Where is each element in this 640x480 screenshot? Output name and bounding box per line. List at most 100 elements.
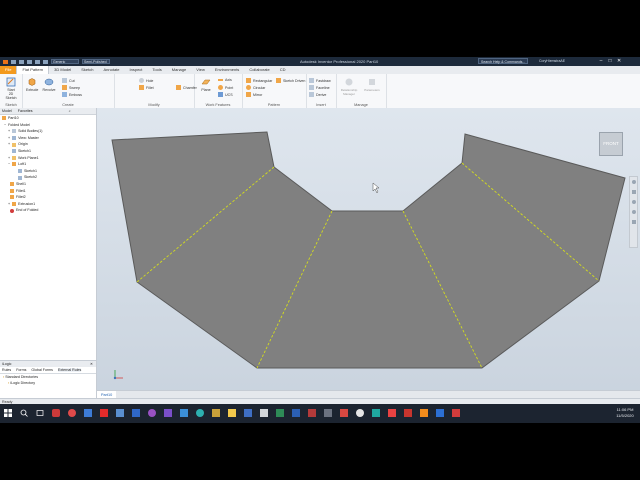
browser-item[interactable]: − Folded Model: [0, 122, 96, 129]
expand-icon[interactable]: +: [8, 128, 10, 135]
app-icon[interactable]: [180, 409, 188, 417]
pan-icon[interactable]: [631, 190, 636, 194]
inventor-icon[interactable]: [420, 409, 428, 417]
cut-tool[interactable]: Cut: [62, 78, 75, 83]
ilogic-tab-rules[interactable]: Rules: [2, 368, 11, 372]
close-button[interactable]: ✕: [616, 58, 622, 64]
mirror-tool[interactable]: Mirror: [246, 92, 262, 97]
app-icon[interactable]: [260, 409, 268, 417]
graphics-viewport[interactable]: FRONT: [97, 108, 640, 420]
undo-icon[interactable]: [35, 59, 40, 64]
parameters-button[interactable]: Parameters: [361, 77, 383, 92]
browser-item[interactable]: Shell1: [0, 181, 96, 188]
redo-icon[interactable]: [43, 59, 48, 64]
fastdraw-tool[interactable]: Fastdraw: [309, 78, 331, 83]
app-icon[interactable]: [244, 409, 252, 417]
tab-annotate[interactable]: Annotate: [99, 66, 125, 74]
tab-3d-model[interactable]: 3D Model: [49, 66, 76, 74]
tab-cd[interactable]: CD: [275, 66, 291, 74]
app-icon[interactable]: [324, 409, 332, 417]
point-tool[interactable]: Point: [218, 85, 233, 90]
look-at-icon[interactable]: [631, 220, 636, 224]
browser-item[interactable]: + View: Master: [0, 135, 96, 142]
extrude-button[interactable]: Extrude: [26, 77, 38, 92]
appearance-dropdown[interactable]: Generic: [51, 59, 79, 64]
ilogic-tab-forms[interactable]: Forms: [16, 368, 26, 372]
search-icon[interactable]: [20, 409, 28, 417]
rectangular-tool[interactable]: Rectangular: [246, 78, 272, 83]
premiere-icon[interactable]: [116, 409, 124, 417]
app-icon[interactable]: [308, 409, 316, 417]
browser-item[interactable]: + Extrusion1: [0, 201, 96, 208]
tab-manage[interactable]: Manage: [167, 66, 191, 74]
expand-icon[interactable]: +: [8, 135, 10, 142]
app-icon[interactable]: [452, 409, 460, 417]
expand-icon[interactable]: −: [4, 122, 6, 129]
close-icon[interactable]: ✕: [90, 362, 93, 366]
tab-view[interactable]: View: [191, 66, 210, 74]
youtube-icon[interactable]: [100, 409, 108, 417]
maximize-button[interactable]: □: [607, 58, 613, 64]
help-search-input[interactable]: Search Help & Commands...: [478, 58, 528, 64]
folder-icon[interactable]: [228, 409, 236, 417]
ilogic-tab-global-forms[interactable]: Global Forms: [31, 368, 53, 372]
user-name[interactable]: CoryHiemstraAE: [539, 59, 565, 63]
word-icon[interactable]: [292, 409, 300, 417]
relationship-manager-button[interactable]: Relationship Manager: [338, 77, 360, 96]
tab-flat-pattern[interactable]: Flat Pattern: [16, 66, 50, 74]
browser-item[interactable]: Fillet2: [0, 194, 96, 201]
start-sketch-button[interactable]: Start 2D Sketch: [5, 77, 17, 100]
browser-tab-favorites[interactable]: Favorites: [18, 109, 33, 113]
sweep-tool[interactable]: Sweep: [62, 85, 80, 90]
browser-root[interactable]: Part10: [0, 115, 96, 122]
tab-file[interactable]: File: [0, 66, 17, 74]
plane-button[interactable]: Plane: [200, 77, 212, 92]
app-icon[interactable]: [148, 409, 156, 417]
minimize-button[interactable]: –: [598, 58, 604, 64]
expand-icon[interactable]: +: [8, 155, 10, 162]
system-clock[interactable]: 11:06 PM 11/5/2020: [612, 407, 638, 419]
tab-tools[interactable]: Tools: [147, 66, 166, 74]
fillet-tool[interactable]: Fillet: [139, 85, 154, 90]
browser-item[interactable]: Fillet1: [0, 188, 96, 195]
expand-icon[interactable]: +: [8, 141, 10, 148]
opera-icon[interactable]: [68, 409, 76, 417]
browser-item[interactable]: − Loft1: [0, 161, 96, 168]
browser-tab-model[interactable]: Model: [2, 109, 12, 113]
emboss-tool[interactable]: Emboss: [62, 92, 82, 97]
material-dropdown[interactable]: Semi-Polished: [82, 59, 110, 64]
browser-item[interactable]: + Origin: [0, 141, 96, 148]
hole-tool[interactable]: Hole: [139, 78, 153, 83]
browser-item[interactable]: Sketch1: [0, 168, 96, 175]
chrome-icon[interactable]: [356, 409, 364, 417]
model-canvas[interactable]: [97, 108, 640, 390]
browser-item[interactable]: Sketch1: [0, 148, 96, 155]
app-icon[interactable]: [52, 409, 60, 417]
axis-tool[interactable]: Axis: [218, 78, 232, 82]
app-icon[interactable]: [196, 409, 204, 417]
app-icon[interactable]: [388, 409, 396, 417]
save-icon[interactable]: [27, 59, 32, 64]
app-menu-icon[interactable]: [3, 59, 8, 64]
full-navigation-wheel-icon[interactable]: [631, 180, 636, 184]
tab-inspect[interactable]: Inspect: [125, 66, 148, 74]
new-file-icon[interactable]: [11, 59, 16, 64]
zoom-icon[interactable]: [631, 200, 636, 204]
viewcube[interactable]: FRONT: [599, 132, 623, 156]
autodesk-icon[interactable]: [404, 409, 412, 417]
browser-search-icon[interactable]: ⌕: [69, 109, 71, 113]
browser-item[interactable]: + Solid Bodies(1): [0, 128, 96, 135]
revolve-button[interactable]: Revolve: [42, 77, 56, 92]
app-icon[interactable]: [340, 409, 348, 417]
browser-item[interactable]: End of Folded: [0, 207, 96, 214]
orbit-icon[interactable]: [631, 210, 636, 214]
windows-start-icon[interactable]: [4, 409, 12, 417]
tab-environments[interactable]: Environments: [210, 66, 244, 74]
open-icon[interactable]: [19, 59, 24, 64]
expand-icon[interactable]: +: [8, 201, 10, 208]
app-icon[interactable]: [132, 409, 140, 417]
browser-item[interactable]: + Work Plane1: [0, 155, 96, 162]
tab-sketch[interactable]: Sketch: [76, 66, 98, 74]
sketch-driven-tool[interactable]: Sketch Driven: [276, 78, 305, 83]
ucs-tool[interactable]: UCS: [218, 92, 233, 97]
